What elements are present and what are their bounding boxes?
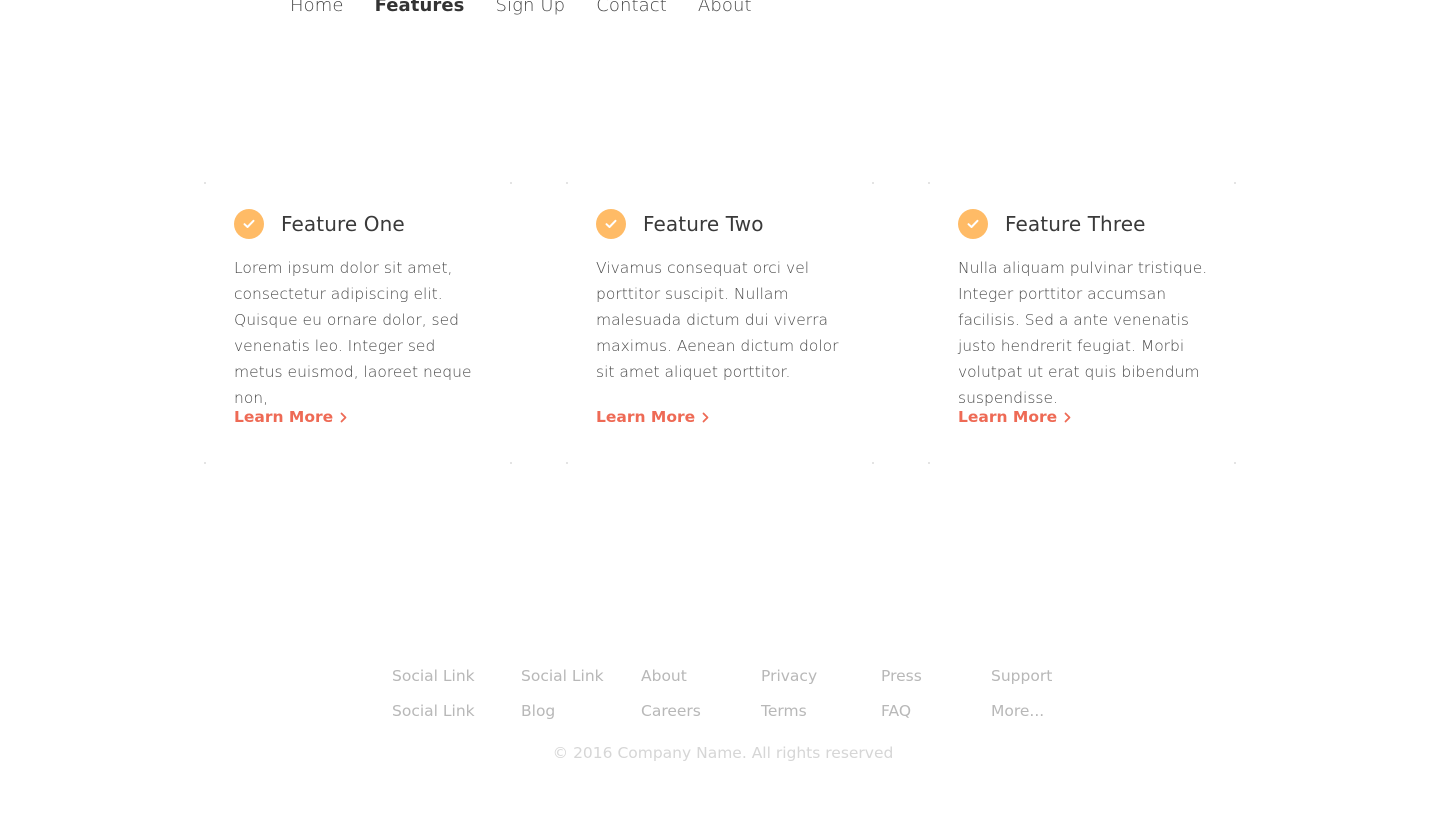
feature-header: Feature Two — [596, 209, 764, 239]
nav-item-about[interactable]: About — [698, 0, 752, 16]
feature-description: Lorem ipsum dolor sit amet, consectetur … — [234, 259, 472, 407]
card-corner — [872, 182, 874, 184]
nav-item-contact[interactable]: Contact — [596, 0, 667, 16]
learn-more-link[interactable]: Learn More — [958, 408, 1071, 426]
card-corner — [928, 182, 930, 184]
footer-link-careers[interactable]: Careers — [641, 699, 701, 734]
check-icon — [958, 209, 988, 239]
features-section: Feature One Lorem ipsum dolor sit amet, … — [204, 182, 1238, 464]
card-corner — [872, 462, 874, 464]
feature-description: Nulla aliquam pulvinar tristique. Intege… — [958, 259, 1208, 407]
nav-item-sign-up[interactable]: Sign Up — [496, 0, 566, 16]
footer-column: Social Link Blog — [521, 664, 604, 734]
card-corner — [566, 462, 568, 464]
chevron-right-icon — [702, 412, 709, 423]
footer-link-social[interactable]: Social Link — [521, 664, 604, 699]
chevron-right-icon — [340, 412, 347, 423]
card-corner — [204, 182, 206, 184]
feature-description: Vivamus consequat orci vel porttitor sus… — [596, 259, 839, 381]
footer-link-blog[interactable]: Blog — [521, 699, 604, 734]
feature-card-three: Feature Three Nulla aliquam pulvinar tri… — [928, 182, 1236, 464]
feature-header: Feature Three — [958, 209, 1146, 239]
footer-link-social[interactable]: Social Link — [392, 699, 475, 734]
copyright-text: © 2016 Company Name. All rights reserved — [552, 744, 894, 762]
feature-title: Feature Two — [643, 212, 764, 236]
main-nav: Home Features Sign Up Contact About — [290, 0, 783, 16]
footer-link-terms[interactable]: Terms — [761, 699, 817, 734]
card-corner — [510, 182, 512, 184]
learn-more-link[interactable]: Learn More — [234, 408, 347, 426]
footer-column: Privacy Terms — [761, 664, 817, 734]
footer-column: About Careers — [641, 664, 701, 734]
card-corner — [566, 182, 568, 184]
footer-link-about[interactable]: About — [641, 664, 701, 699]
footer-link-support[interactable]: Support — [991, 664, 1052, 699]
footer-link-privacy[interactable]: Privacy — [761, 664, 817, 699]
learn-more-label: Learn More — [234, 408, 334, 426]
nav-item-features[interactable]: Features — [375, 0, 465, 16]
footer-link-press[interactable]: Press — [881, 664, 922, 699]
feature-header: Feature One — [234, 209, 405, 239]
learn-more-label: Learn More — [596, 408, 696, 426]
learn-more-label: Learn More — [958, 408, 1058, 426]
feature-title: Feature Three — [1005, 212, 1146, 236]
footer-column: Social Link Social Link — [392, 664, 475, 734]
footer-column: Support More... — [991, 664, 1052, 734]
nav-item-home[interactable]: Home — [290, 0, 344, 16]
footer-link-more[interactable]: More... — [991, 699, 1052, 734]
card-corner — [510, 462, 512, 464]
feature-card-one: Feature One Lorem ipsum dolor sit amet, … — [204, 182, 512, 464]
learn-more-link[interactable]: Learn More — [596, 408, 709, 426]
check-icon — [234, 209, 264, 239]
card-corner — [1234, 182, 1236, 184]
check-icon — [596, 209, 626, 239]
footer-link-social[interactable]: Social Link — [392, 664, 475, 699]
card-corner — [928, 462, 930, 464]
footer-link-faq[interactable]: FAQ — [881, 699, 922, 734]
feature-card-two: Feature Two Vivamus consequat orci vel p… — [566, 182, 874, 464]
chevron-right-icon — [1064, 412, 1071, 423]
card-corner — [204, 462, 206, 464]
feature-title: Feature One — [281, 212, 405, 236]
card-corner — [1234, 462, 1236, 464]
footer-column: Press FAQ — [881, 664, 922, 734]
